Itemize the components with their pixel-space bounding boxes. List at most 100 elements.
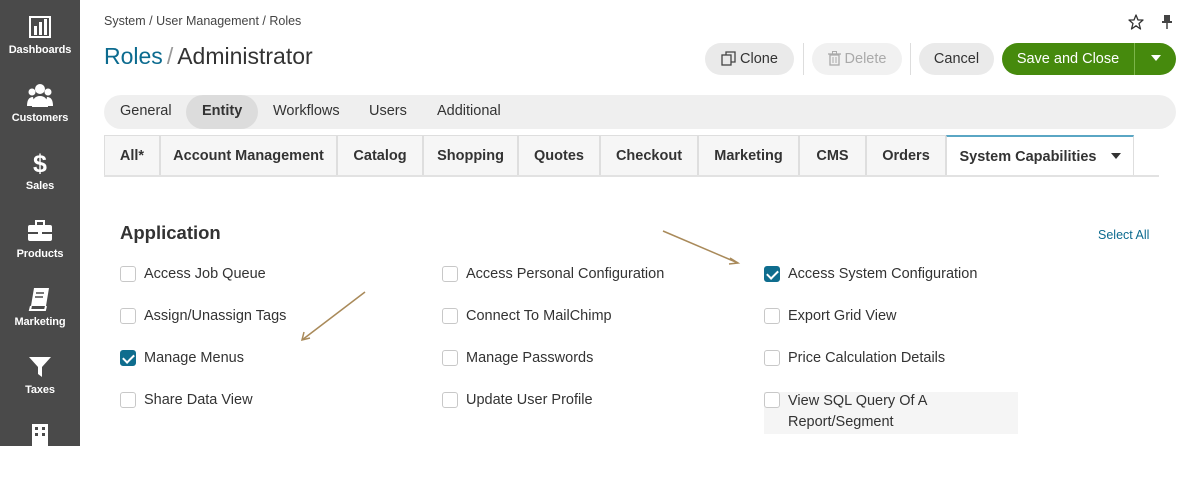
tab-general[interactable]: General xyxy=(104,95,188,129)
cancel-button[interactable]: Cancel xyxy=(919,43,994,75)
checkbox[interactable] xyxy=(764,392,780,408)
nav-label-products: Products xyxy=(16,248,64,260)
nav-label-sales: Sales xyxy=(25,180,55,192)
nav-item-marketing[interactable]: Marketing xyxy=(0,286,80,346)
main-content: System / User Management / Roles Roles / A… xyxy=(80,0,1180,446)
nav-label-dashboards: Dashboards xyxy=(8,44,72,56)
nav-label-marketing: Marketing xyxy=(14,316,66,328)
save-and-close-button[interactable]: Save and Close xyxy=(1002,43,1134,75)
subtab-marketing[interactable]: Marketing xyxy=(698,135,799,175)
bar-chart-icon xyxy=(29,16,51,38)
checkbox[interactable] xyxy=(442,392,458,408)
svg-text:$: $ xyxy=(33,150,47,176)
permission-item[interactable]: Access Personal Configuration xyxy=(442,266,742,286)
nav-item-dashboards[interactable]: Dashboards xyxy=(0,14,80,74)
tab-additional[interactable]: Additional xyxy=(421,95,517,129)
section-title: Application xyxy=(120,222,221,243)
checkbox[interactable] xyxy=(764,350,780,366)
checkbox-checked[interactable] xyxy=(120,350,136,366)
subtab-checkout[interactable]: Checkout xyxy=(600,135,698,175)
nav-item-taxes[interactable]: Taxes xyxy=(0,354,80,414)
roles-link[interactable]: Roles xyxy=(104,43,163,69)
nav-item-sales[interactable]: $ Sales xyxy=(0,150,80,210)
subtab-orders[interactable]: Orders xyxy=(866,135,946,175)
book-icon xyxy=(28,288,49,311)
permission-label: Connect To MailChimp xyxy=(466,308,612,324)
clone-label: Clone xyxy=(740,51,778,67)
permission-item[interactable]: Assign/Unassign Tags xyxy=(120,308,380,328)
checkbox[interactable] xyxy=(120,392,136,408)
pin-icon[interactable] xyxy=(1160,14,1174,35)
star-icon[interactable] xyxy=(1127,14,1144,35)
toolbar-divider xyxy=(910,43,911,75)
select-all-link[interactable]: Select All xyxy=(1098,228,1149,242)
top-icons xyxy=(1116,14,1174,35)
checkbox[interactable] xyxy=(764,308,780,324)
permission-item[interactable]: Manage Menus xyxy=(120,350,380,370)
permission-item[interactable]: Price Calculation Details xyxy=(764,350,1024,370)
checkbox[interactable] xyxy=(120,308,136,324)
clone-icon xyxy=(721,51,736,66)
subtab-system-capabilities-label: System Capabilities xyxy=(959,149,1097,165)
permission-label: Price Calculation Details xyxy=(788,350,946,366)
tab-workflows[interactable]: Workflows xyxy=(257,95,356,129)
subtab-catalog[interactable]: Catalog xyxy=(337,135,423,175)
tab-users[interactable]: Users xyxy=(353,95,423,129)
permission-item[interactable]: Access System Configuration xyxy=(764,266,1024,286)
permission-label: Access Personal Configuration xyxy=(466,266,665,282)
subtab-system-capabilities[interactable]: System Capabilities xyxy=(946,135,1134,175)
tab-entity[interactable]: Entity xyxy=(186,95,259,129)
subtab-quotes[interactable]: Quotes xyxy=(518,135,600,175)
permission-label: Access System Configuration xyxy=(788,266,978,282)
sidebar: Dashboards Customers $ Sales Products Ma… xyxy=(0,0,80,448)
nav-item-building[interactable] xyxy=(0,422,80,482)
nav-item-customers[interactable]: Customers xyxy=(0,82,80,142)
role-name: Administrator xyxy=(177,43,313,69)
permission-item[interactable]: Manage Passwords xyxy=(442,350,742,370)
permission-label: Manage Menus xyxy=(144,350,244,366)
permission-label: Manage Passwords xyxy=(466,350,594,366)
briefcase-icon xyxy=(28,220,52,241)
subtab-shopping[interactable]: Shopping xyxy=(423,135,518,175)
checkbox[interactable] xyxy=(120,266,136,282)
permission-label: Update User Profile xyxy=(466,392,593,408)
save-options-dropdown[interactable] xyxy=(1134,43,1176,75)
permission-label: Export Grid View xyxy=(788,308,897,324)
delete-button[interactable]: Delete xyxy=(812,43,902,75)
main-tabs: General Entity Workflows Users Additiona… xyxy=(104,95,1176,129)
checkbox-checked[interactable] xyxy=(764,266,780,282)
permission-label: Assign/Unassign Tags xyxy=(144,308,287,324)
title-separator: / xyxy=(166,43,174,69)
permission-label: View SQL Query Of A Report/Segment xyxy=(788,393,927,430)
permission-item[interactable]: Share Data View xyxy=(120,392,380,412)
permission-item[interactable]: View SQL Query Of A Report/Segment xyxy=(764,392,1018,434)
permission-label: Share Data View xyxy=(144,392,253,408)
caret-down-icon xyxy=(1150,55,1161,61)
permission-label: Access Job Queue xyxy=(144,266,266,282)
checkbox[interactable] xyxy=(442,350,458,366)
checkbox[interactable] xyxy=(442,266,458,282)
users-icon xyxy=(27,84,53,107)
breadcrumb: System / User Management / Roles xyxy=(104,14,302,28)
toolbar-divider xyxy=(803,43,804,75)
subtab-all[interactable]: All* xyxy=(104,135,160,175)
dollar-icon: $ xyxy=(33,150,47,176)
checkbox[interactable] xyxy=(442,308,458,324)
delete-label: Delete xyxy=(844,51,887,67)
permission-item[interactable]: Update User Profile xyxy=(442,392,742,412)
page-title: Roles / Administrator xyxy=(104,43,313,70)
subtab-cms[interactable]: CMS xyxy=(799,135,866,175)
filter-icon xyxy=(29,357,51,377)
category-tabs: All* Account Management Catalog Shopping… xyxy=(104,135,1159,177)
clone-button[interactable]: Clone xyxy=(705,43,794,75)
nav-item-products[interactable]: Products xyxy=(0,218,80,278)
nav-label-customers: Customers xyxy=(11,112,69,124)
subtab-account-management[interactable]: Account Management xyxy=(160,135,337,175)
permission-item[interactable]: Connect To MailChimp xyxy=(442,308,742,328)
nav-label-taxes: Taxes xyxy=(25,384,55,396)
caret-down-icon xyxy=(1110,153,1121,159)
permission-item[interactable]: Export Grid View xyxy=(764,308,1024,328)
permission-item[interactable]: Access Job Queue xyxy=(120,266,380,286)
building-icon xyxy=(32,424,48,448)
trash-icon xyxy=(827,51,841,66)
